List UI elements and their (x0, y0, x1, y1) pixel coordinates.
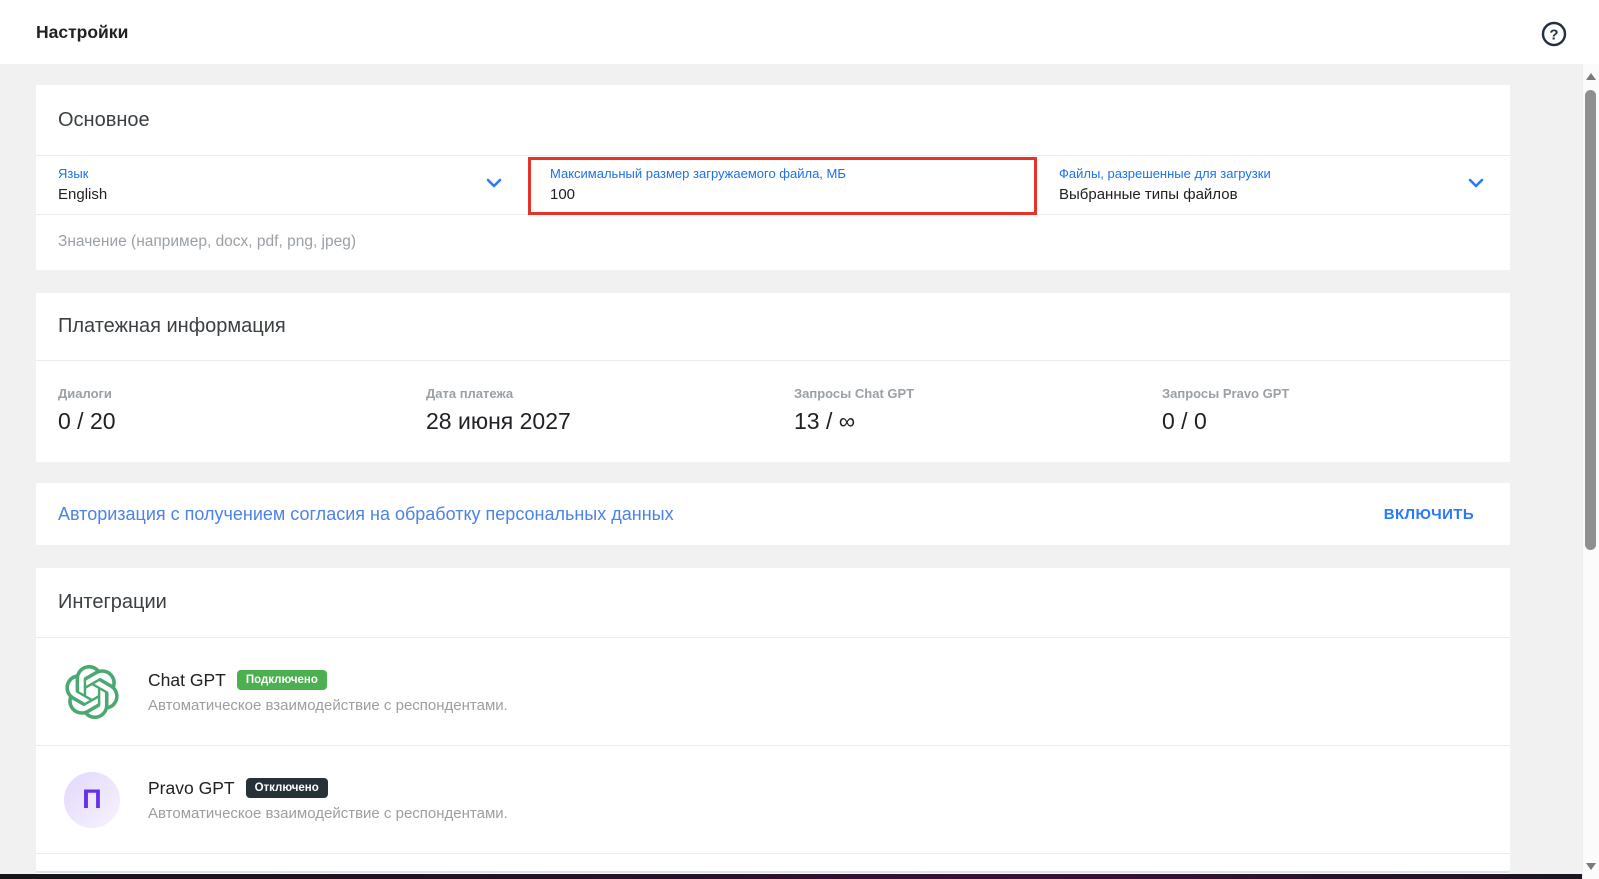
field-value: 100 (550, 186, 576, 203)
field-label: Файлы, разрешенные для загрузки (1059, 166, 1271, 181)
section-billing: Платежная информация Диалоги 0 / 20 Дата… (36, 293, 1510, 462)
chevron-down-icon[interactable] (1468, 178, 1484, 188)
stat-value: 0 / 20 (58, 408, 116, 434)
integration-row-chatgpt[interactable]: Chat GPT Подключено Автоматическое взаим… (36, 638, 1510, 746)
section-general-header: Основное (36, 85, 1510, 156)
bottom-edge-strip (0, 874, 1599, 879)
bottom-divider (36, 871, 1510, 873)
max-file-size-field[interactable]: Максимальный размер загружаемого файла, … (528, 156, 1037, 214)
field-value: Выбранные типы файлов (1059, 186, 1238, 203)
stat-chatgpt-requests: Запросы Chat GPT 13 / ∞ (772, 386, 1140, 435)
openai-logo-icon (64, 664, 120, 720)
stat-value: 0 / 0 (1162, 408, 1207, 434)
stat-pravogpt-requests: Запросы Pravo GPT 0 / 0 (1140, 386, 1508, 435)
vertical-scrollbar[interactable] (1582, 64, 1599, 879)
integration-row-pravogpt[interactable]: П Pravo GPT Отключено Автоматическое вза… (36, 746, 1510, 854)
field-label: Язык (58, 166, 89, 181)
section-integrations-header: Интеграции (36, 568, 1510, 638)
stat-dialogs: Диалоги 0 / 20 (36, 386, 404, 435)
stat-label: Диалоги (58, 386, 112, 401)
page-title: Настройки (36, 22, 129, 42)
status-badge: Отключено (245, 778, 328, 798)
scroll-down-icon[interactable] (1586, 863, 1596, 870)
help-icon: ? (1541, 21, 1567, 47)
allowed-file-types-select[interactable]: Файлы, разрешенные для загрузки Выбранны… (1037, 156, 1510, 214)
integration-description: Автоматическое взаимодействие с респонде… (148, 696, 508, 714)
stat-label: Дата платежа (426, 386, 514, 401)
section-billing-header: Платежная информация (36, 293, 1510, 361)
field-label: Максимальный размер загружаемого файла, … (550, 166, 846, 181)
integration-info: Chat GPT Подключено Автоматическое взаим… (148, 670, 508, 714)
chevron-down-icon[interactable] (486, 178, 502, 188)
scrollbar-thumb[interactable] (1585, 90, 1596, 550)
stat-payment-date: Дата платежа 28 июня 2027 (404, 386, 772, 435)
integration-info: Pravo GPT Отключено Автоматическое взаим… (148, 778, 508, 822)
stat-value: 28 июня 2027 (426, 408, 571, 434)
integration-name: Pravo GPT (148, 777, 235, 798)
section-integrations: Интеграции Chat GPT Подключено Автоматич… (36, 568, 1510, 879)
top-header: Настройки ? (0, 0, 1599, 64)
integration-description: Автоматическое взаимодействие с респонде… (148, 804, 508, 822)
stat-label: Запросы Pravo GPT (1162, 386, 1290, 401)
svg-text:?: ? (1549, 27, 1558, 44)
section-general: Основное Язык English Максимальный разме… (36, 85, 1510, 270)
settings-fields-row: Язык English Максимальный размер загружа… (36, 156, 1510, 215)
pravo-avatar-letter: П (64, 771, 120, 828)
section-title: Платежная информация (58, 315, 286, 337)
billing-stats-row: Диалоги 0 / 20 Дата платежа 28 июня 2027… (36, 361, 1510, 435)
file-types-value-input[interactable]: Значение (например, docx, pdf, png, jpeg… (36, 215, 1510, 269)
section-title: Интеграции (58, 591, 167, 613)
scroll-up-icon[interactable] (1586, 73, 1596, 80)
authorization-link[interactable]: Авторизация с получением согласия на обр… (58, 504, 674, 525)
integration-name: Chat GPT (148, 669, 226, 690)
help-button[interactable]: ? (1540, 20, 1568, 48)
section-authorization: Авторизация с получением согласия на обр… (36, 483, 1510, 545)
status-badge: Подключено (236, 670, 327, 690)
stat-value: 13 / ∞ (794, 408, 856, 434)
section-title: Основное (58, 108, 150, 131)
stat-label: Запросы Chat GPT (794, 386, 915, 401)
pravo-logo-icon: П (64, 771, 120, 828)
enable-button[interactable]: ВКЛЮЧИТЬ (1378, 505, 1480, 524)
language-select[interactable]: Язык English (36, 156, 528, 214)
field-value: English (58, 186, 108, 203)
